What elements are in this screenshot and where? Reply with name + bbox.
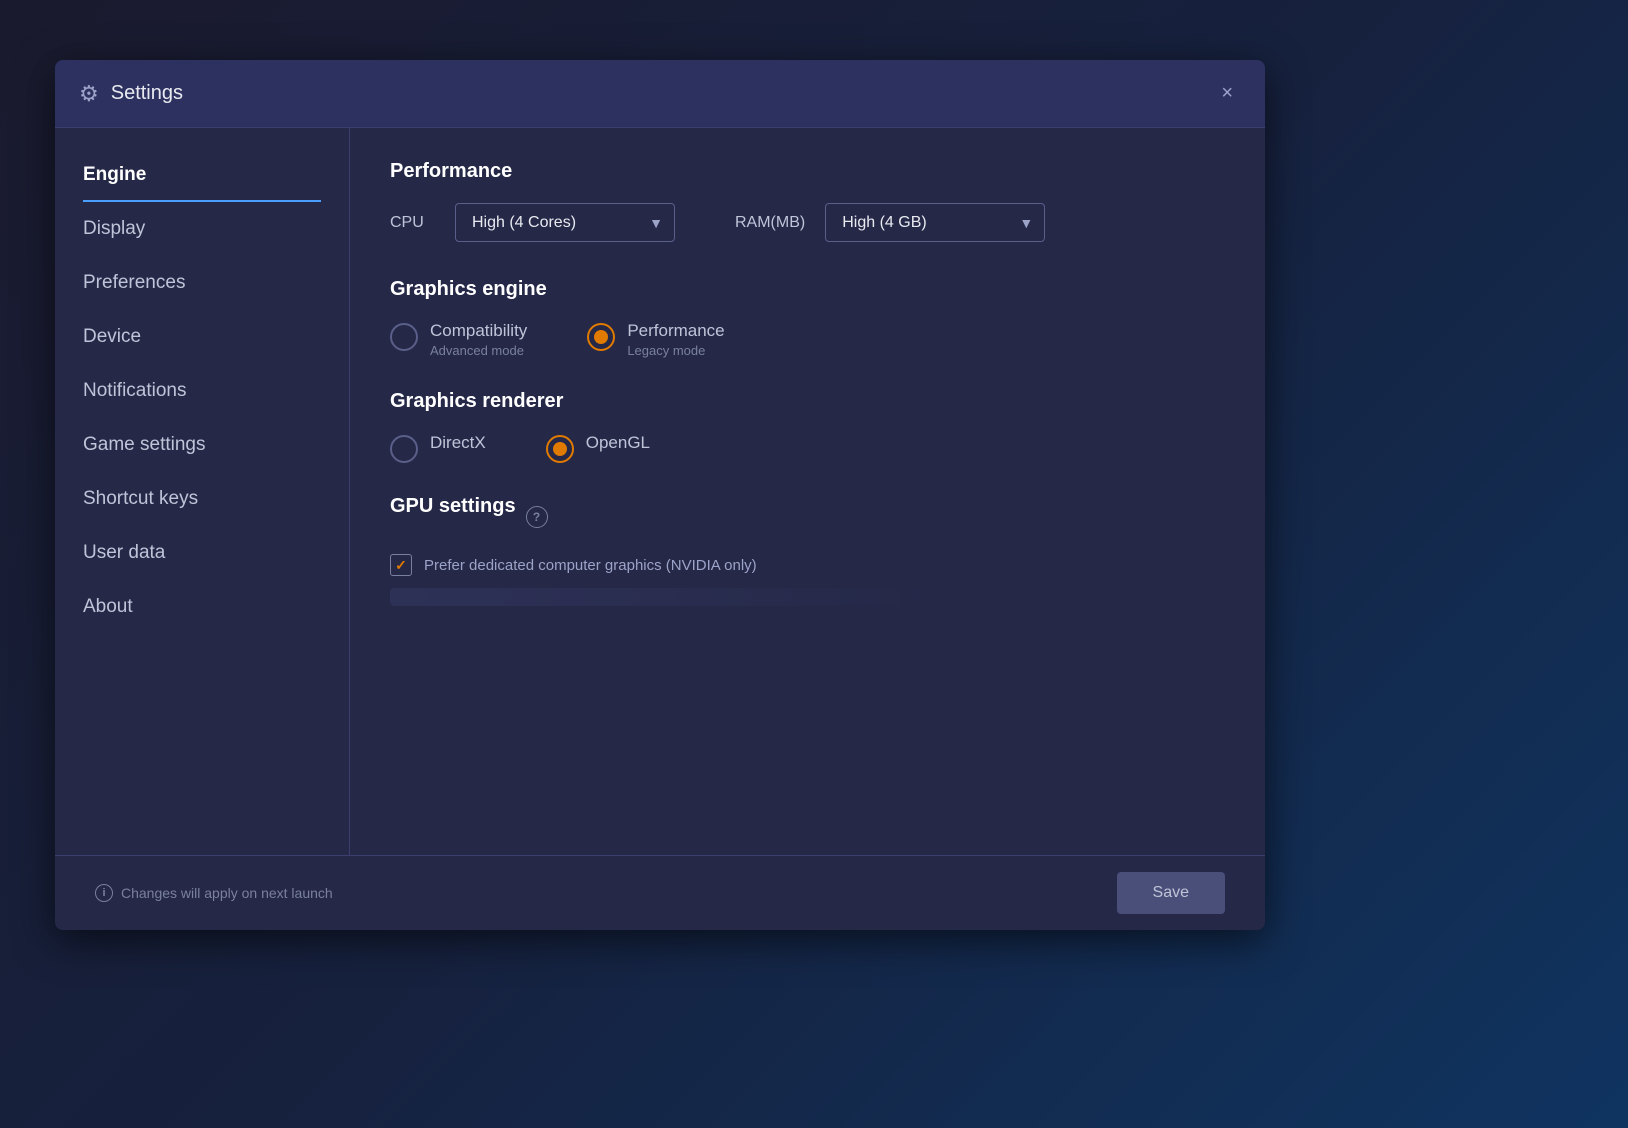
settings-dialog: ⚙ Settings × Engine Display Preferences … xyxy=(55,60,1265,930)
directx-text-group: DirectX xyxy=(430,433,486,453)
checkbox-checkmark: ✓ xyxy=(395,557,407,574)
graphics-renderer-title: Graphics renderer xyxy=(390,390,1225,413)
performance-text-group: Performance Legacy mode xyxy=(627,321,724,358)
gear-icon: ⚙ xyxy=(79,81,99,107)
ram-select[interactable]: High (4 GB) Medium (2 GB) Low (1 GB) xyxy=(825,203,1045,242)
sidebar-item-about[interactable]: About xyxy=(55,580,349,634)
cpu-select[interactable]: High (4 Cores) Medium (2 Cores) Low (1 C… xyxy=(455,203,675,242)
cpu-label: CPU xyxy=(390,214,435,232)
compatibility-text-group: Compatibility Advanced mode xyxy=(430,321,527,358)
info-icon: i xyxy=(95,884,113,902)
sidebar-item-engine[interactable]: Engine xyxy=(55,148,349,202)
dialog-footer: i Changes will apply on next launch Save xyxy=(55,855,1265,930)
graphics-renderer-radio-group: DirectX OpenGL xyxy=(390,433,1225,463)
performance-title: Performance xyxy=(390,160,1225,183)
performance-row: CPU High (4 Cores) Medium (2 Cores) Low … xyxy=(390,203,1225,242)
cpu-select-wrapper: High (4 Cores) Medium (2 Cores) Low (1 C… xyxy=(455,203,675,242)
ram-group: RAM(MB) High (4 GB) Medium (2 GB) Low (1… xyxy=(735,203,1045,242)
dialog-body: Engine Display Preferences Device Notifi… xyxy=(55,128,1265,855)
ram-label: RAM(MB) xyxy=(735,214,805,232)
radio-compatibility[interactable]: Compatibility Advanced mode xyxy=(390,321,527,358)
compatibility-sublabel: Advanced mode xyxy=(430,343,527,358)
performance-section: Performance CPU High (4 Cores) Medium (2… xyxy=(390,160,1225,242)
close-button[interactable]: × xyxy=(1213,78,1241,109)
sidebar: Engine Display Preferences Device Notifi… xyxy=(55,128,350,855)
graphics-renderer-section: Graphics renderer DirectX OpenGL xyxy=(390,390,1225,463)
gpu-settings-title: GPU settings xyxy=(390,495,516,518)
sidebar-item-display[interactable]: Display xyxy=(55,202,349,256)
radio-circle-opengl xyxy=(546,435,574,463)
performance-sublabel: Legacy mode xyxy=(627,343,724,358)
sidebar-item-shortcut-keys[interactable]: Shortcut keys xyxy=(55,472,349,526)
sidebar-item-preferences[interactable]: Preferences xyxy=(55,256,349,310)
dialog-title: Settings xyxy=(111,82,183,105)
nvidia-checkbox[interactable]: ✓ xyxy=(390,554,412,576)
opengl-text-group: OpenGL xyxy=(586,433,650,453)
radio-circle-performance xyxy=(587,323,615,351)
opengl-label: OpenGL xyxy=(586,433,650,453)
directx-label: DirectX xyxy=(430,433,486,453)
save-button[interactable]: Save xyxy=(1117,872,1225,914)
dialog-header: ⚙ Settings × xyxy=(55,60,1265,128)
footer-info-text: Changes will apply on next launch xyxy=(121,885,333,901)
gpu-settings-section: GPU settings ? ✓ Prefer dedicated comput… xyxy=(390,495,1225,606)
main-content: Performance CPU High (4 Cores) Medium (2… xyxy=(350,128,1265,855)
radio-inner-performance xyxy=(594,330,608,344)
gpu-checkbox-row: ✓ Prefer dedicated computer graphics (NV… xyxy=(390,554,1225,576)
nvidia-checkbox-label: Prefer dedicated computer graphics (NVID… xyxy=(424,557,757,574)
radio-performance[interactable]: Performance Legacy mode xyxy=(587,321,724,358)
graphics-engine-title: Graphics engine xyxy=(390,278,1225,301)
blurred-info-row xyxy=(390,588,933,606)
graphics-engine-section: Graphics engine Compatibility Advanced m… xyxy=(390,278,1225,358)
radio-circle-compatibility xyxy=(390,323,418,351)
radio-opengl[interactable]: OpenGL xyxy=(546,433,650,463)
radio-inner-opengl xyxy=(553,442,567,456)
radio-directx[interactable]: DirectX xyxy=(390,433,486,463)
ram-select-wrapper: High (4 GB) Medium (2 GB) Low (1 GB) ▼ xyxy=(825,203,1045,242)
radio-circle-directx xyxy=(390,435,418,463)
footer-info: i Changes will apply on next launch xyxy=(95,884,333,902)
compatibility-label: Compatibility xyxy=(430,321,527,341)
sidebar-item-user-data[interactable]: User data xyxy=(55,526,349,580)
sidebar-item-game-settings[interactable]: Game settings xyxy=(55,418,349,472)
gpu-help-icon[interactable]: ? xyxy=(526,506,548,528)
performance-label: Performance xyxy=(627,321,724,341)
graphics-engine-radio-group: Compatibility Advanced mode Performance … xyxy=(390,321,1225,358)
gpu-title-row: GPU settings ? xyxy=(390,495,1225,538)
title-group: ⚙ Settings xyxy=(79,81,183,107)
sidebar-item-notifications[interactable]: Notifications xyxy=(55,364,349,418)
sidebar-item-device[interactable]: Device xyxy=(55,310,349,364)
